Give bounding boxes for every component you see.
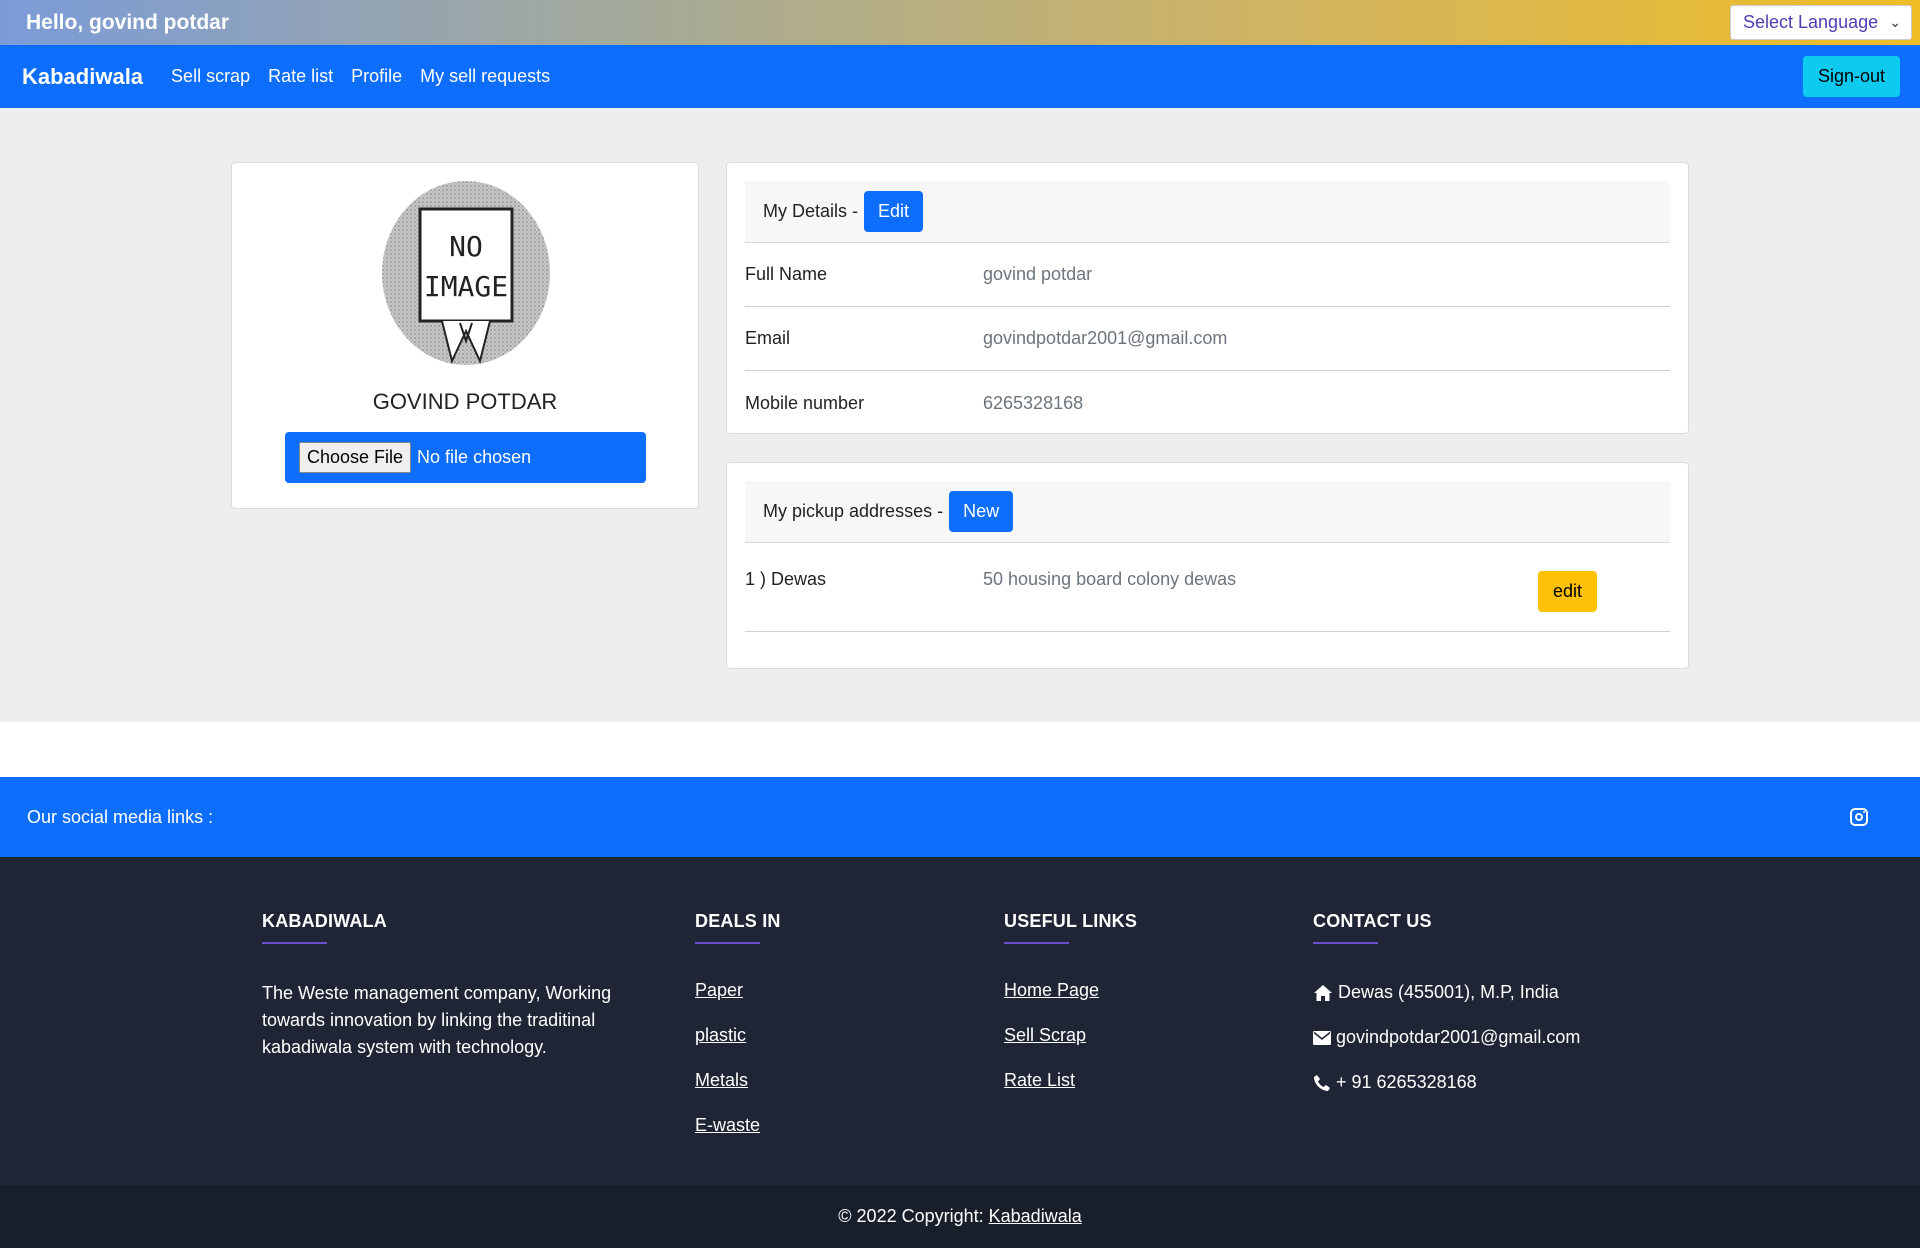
envelope-icon <box>1313 1030 1331 1045</box>
details-row: Full Name govind potdar <box>745 243 1670 307</box>
footer-link-sell-scrap[interactable]: Sell Scrap <box>1004 1025 1137 1050</box>
my-details-header: My Details - Edit <box>745 181 1670 243</box>
heading-underline <box>262 942 327 944</box>
spacer <box>0 722 1920 777</box>
nav-sell-scrap[interactable]: Sell scrap <box>171 66 250 87</box>
footer-link-rate-list[interactable]: Rate List <box>1004 1070 1137 1095</box>
pickup-addresses-title: My pickup addresses - <box>763 501 944 521</box>
svg-text:IMAGE: IMAGE <box>424 270 508 303</box>
instagram-icon[interactable] <box>1850 808 1868 826</box>
site-footer: KABADIWALA The Weste management company,… <box>0 857 1920 1185</box>
footer-useful-heading: USEFUL LINKS <box>1004 911 1138 931</box>
pickup-addresses-card: My pickup addresses - New 1 ) Dewas 50 h… <box>726 462 1689 669</box>
address-value: 50 housing board colony dewas <box>983 569 1237 589</box>
full-name-label: Full Name <box>745 264 828 284</box>
language-select-label: Select Language <box>1743 12 1879 32</box>
contact-phone-text: + 91 6265328168 <box>1336 1072 1477 1092</box>
contact-email: govindpotdar2001@gmail.com <box>1313 1025 1580 1050</box>
details-row: Mobile number 6265328168 <box>745 371 1670 435</box>
no-image-avatar: NO IMAGE <box>382 181 550 365</box>
pickup-addresses-header: My pickup addresses - New <box>745 481 1670 543</box>
footer-contact-heading: CONTACT US <box>1313 911 1432 931</box>
file-status: No file chosen <box>417 447 532 467</box>
footer-link-metals[interactable]: Metals <box>695 1070 781 1095</box>
avatar-upload-field[interactable]: Choose File No file chosen <box>285 432 646 483</box>
svg-text:NO: NO <box>449 230 483 263</box>
heading-underline <box>695 942 760 944</box>
contact-phone: + 91 6265328168 <box>1313 1070 1580 1095</box>
footer-deals: DEALS IN Paper plastic Metals E-waste <box>695 911 781 1160</box>
footer-link-paper[interactable]: Paper <box>695 980 781 1005</box>
edit-details-button[interactable]: Edit <box>864 191 924 232</box>
new-address-button[interactable]: New <box>949 491 1014 532</box>
details-row: Email govindpotdar2001@gmail.com <box>745 307 1670 371</box>
social-links-bar: Our social media links : <box>0 777 1920 857</box>
my-details-title: My Details - <box>763 201 859 221</box>
footer-about-text: The Weste management company, Working to… <box>262 983 612 1057</box>
brand-logo[interactable]: Kabadiwala <box>22 64 143 90</box>
nav-rate-list[interactable]: Rate list <box>268 66 333 87</box>
footer-link-home[interactable]: Home Page <box>1004 980 1137 1005</box>
email-value: govindpotdar2001@gmail.com <box>983 328 1228 348</box>
chevron-down-icon: ⌄ <box>1889 14 1901 30</box>
my-details-card: My Details - Edit Full Name govind potda… <box>726 162 1689 434</box>
email-label: Email <box>745 328 791 348</box>
contact-address-text: Dewas (455001), M.P, India <box>1338 982 1559 1002</box>
home-icon <box>1314 984 1332 1001</box>
mobile-value: 6265328168 <box>983 392 1084 413</box>
heading-underline <box>1004 942 1069 944</box>
main-navbar: Kabadiwala Sell scrap Rate list Profile … <box>0 45 1920 108</box>
copyright-link[interactable]: Kabadiwala <box>989 1206 1082 1227</box>
signout-button[interactable]: Sign-out <box>1802 56 1900 97</box>
greeting-text: Hello, govind potdar <box>26 10 229 34</box>
address-row: 1 ) Dewas 50 housing board colony dewas <box>745 543 1670 632</box>
nav-profile[interactable]: Profile <box>351 66 402 87</box>
footer-about: KABADIWALA The Weste management company,… <box>262 911 612 1061</box>
footer-link-ewaste[interactable]: E-waste <box>695 1115 781 1140</box>
language-select[interactable]: Select Language ⌄ <box>1730 5 1912 40</box>
nav-my-sell-requests[interactable]: My sell requests <box>420 66 550 87</box>
profile-name: GOVIND POTDAR <box>372 389 558 414</box>
greeting-bar: Hello, govind potdar Select Language ⌄ <box>0 0 1920 45</box>
footer-contact: CONTACT US Dewas (455001), M.P, India go… <box>1313 911 1580 1115</box>
copyright-text: © 2022 Copyright: <box>838 1206 984 1226</box>
footer-useful: USEFUL LINKS Home Page Sell Scrap Rate L… <box>1004 911 1137 1115</box>
address-label: 1 ) Dewas <box>745 569 827 589</box>
contact-address: Dewas (455001), M.P, India <box>1313 980 1580 1005</box>
copyright-bar: © 2022 Copyright: Kabadiwala <box>0 1185 1920 1248</box>
contact-email-text: govindpotdar2001@gmail.com <box>1336 1027 1581 1047</box>
footer-about-heading: KABADIWALA <box>262 911 387 931</box>
full-name-value: govind potdar <box>983 264 1093 284</box>
edit-address-button[interactable]: edit <box>1538 571 1598 612</box>
social-links-label: Our social media links : <box>27 806 214 827</box>
choose-file-button[interactable]: Choose File <box>299 442 412 473</box>
mobile-label: Mobile number <box>745 392 865 413</box>
footer-deals-heading: DEALS IN <box>695 911 781 931</box>
footer-link-plastic[interactable]: plastic <box>695 1025 781 1050</box>
heading-underline <box>1313 942 1378 944</box>
phone-icon <box>1314 1074 1330 1091</box>
profile-card: NO IMAGE GOVIND POTDAR Choose File No fi… <box>231 162 699 509</box>
